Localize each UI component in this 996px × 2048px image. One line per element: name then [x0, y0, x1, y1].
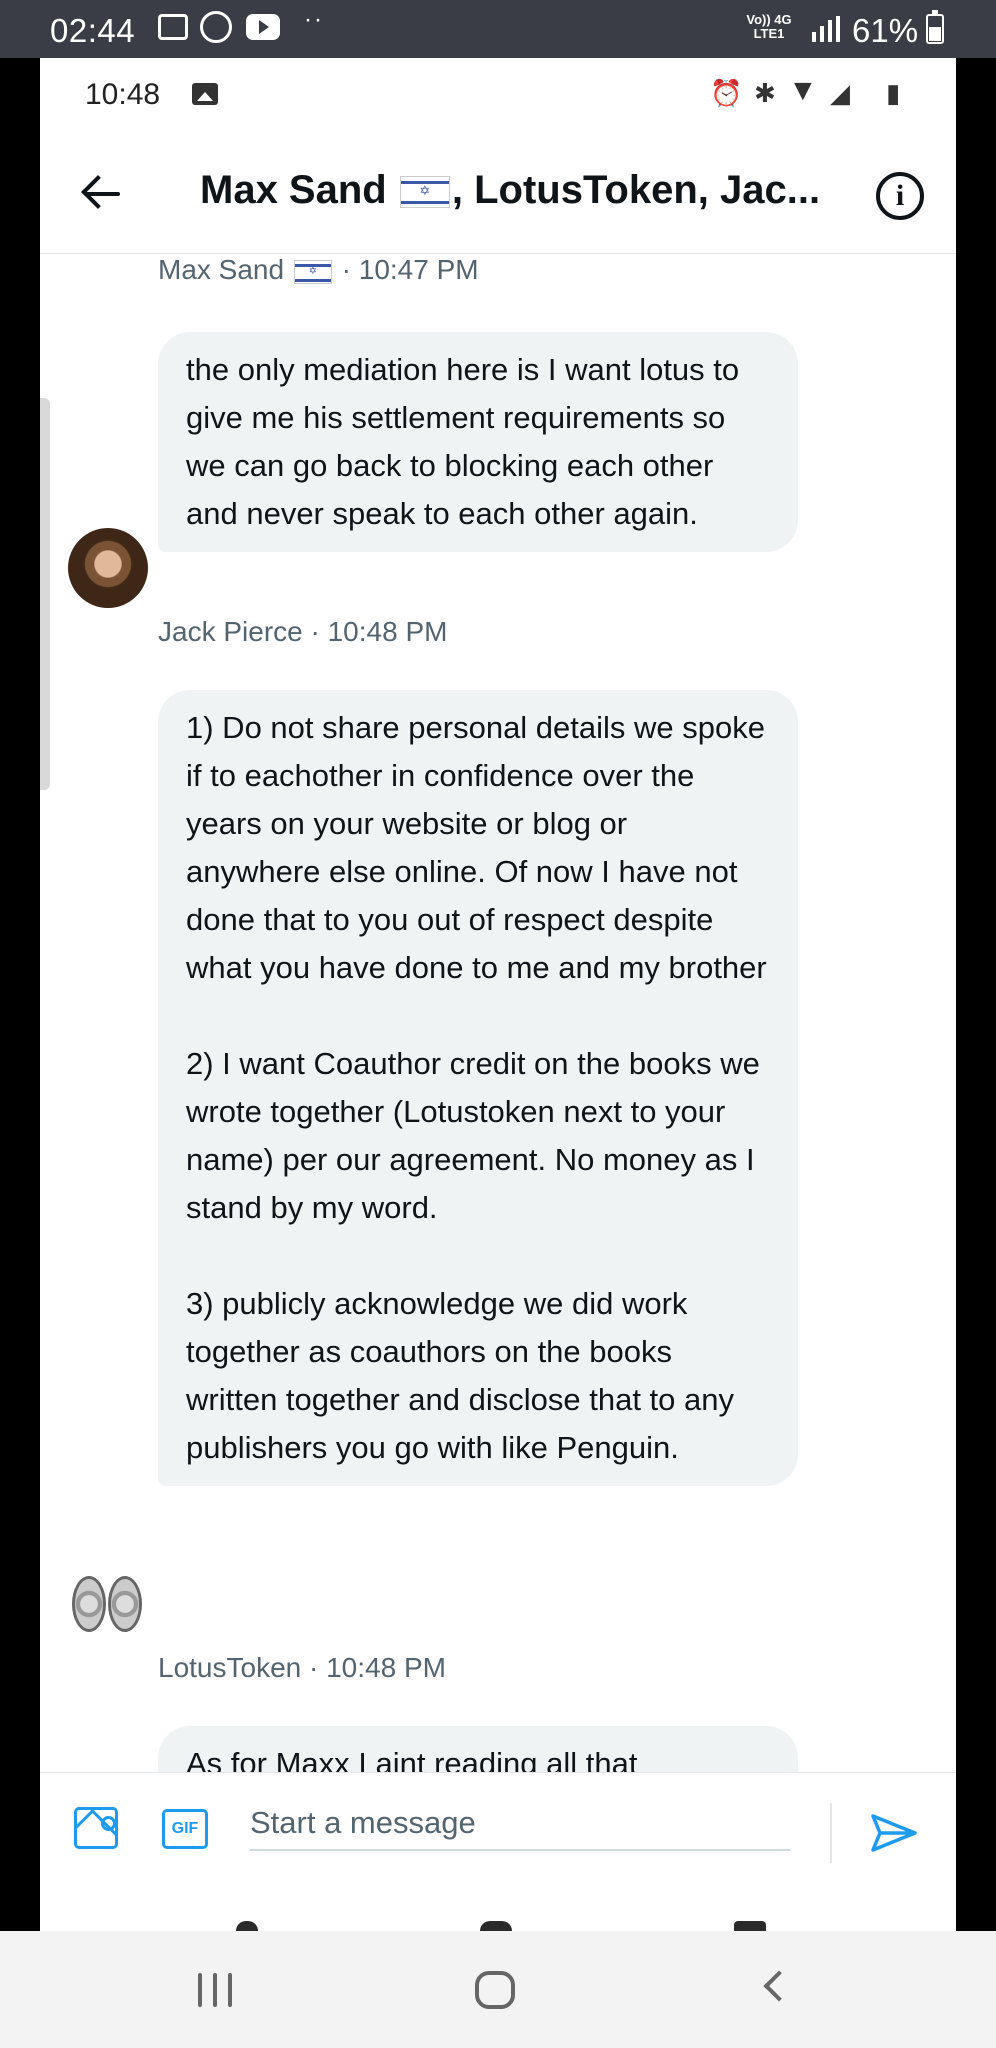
avatar[interactable] [68, 1564, 148, 1644]
inner-nav-peek [40, 1892, 956, 1931]
avatar[interactable] [68, 528, 148, 608]
conversation-title[interactable]: Max Sand , LotusToken, Jac... [200, 168, 820, 213]
gallery-icon [192, 83, 218, 105]
coin-image [108, 1576, 142, 1632]
app-screen: 10:48 ⏰ ✱ ▼ ◢ ▮ Max Sand , LotusToken, J… [40, 58, 956, 1931]
home-icon[interactable] [475, 1971, 515, 2009]
image-icon[interactable] [74, 1807, 118, 1849]
inner-home-icon [480, 1921, 512, 1931]
battery-icon [926, 10, 944, 44]
message-composer: GIF [40, 1772, 956, 1892]
message-meta: Jack Pierce · 10:48 PM [158, 616, 448, 647]
message-time: · 10:47 PM [333, 254, 479, 285]
composer-divider [830, 1803, 832, 1863]
message-input[interactable] [250, 1789, 790, 1851]
coin-image [72, 1576, 106, 1632]
inner-recents-icon [734, 1921, 766, 1931]
device-status-bar: 02:44 ·· Vo)) 4G LTE1 61% [0, 0, 996, 58]
app-clock: 10:48 [85, 78, 161, 111]
participant-name: Max Sand [200, 168, 387, 212]
gif-icon[interactable]: GIF [162, 1809, 208, 1849]
gallery-notification-icon [158, 14, 188, 40]
whatsapp-notification-icon [200, 11, 232, 43]
bluetooth-icon: ✱ [754, 78, 776, 108]
wifi-icon: ▼ [788, 74, 818, 107]
more-notifications-icon: ·· [304, 6, 324, 33]
israel-flag-icon [293, 259, 332, 284]
youtube-notification-icon [246, 14, 280, 40]
network-indicator: Vo)) 4G LTE1 [746, 12, 792, 41]
signal-icon: ◢ [830, 78, 850, 108]
back-icon[interactable] [763, 1970, 795, 2002]
message-meta: LotusToken · 10:48 PM [158, 1652, 446, 1683]
back-arrow-icon[interactable] [80, 172, 124, 216]
message-bubble[interactable]: 1) Do not share personal details we spok… [158, 690, 798, 1486]
device-clock: 02:44 [50, 12, 136, 49]
battery-icon: ▮ [886, 78, 901, 108]
recents-icon[interactable] [198, 1973, 236, 2007]
scrollbar[interactable] [40, 398, 50, 790]
participant-names-rest: , LotusToken, Jac... [451, 168, 821, 212]
device-nav-bar [0, 1931, 996, 2048]
message-bubble[interactable]: the only mediation here is I want lotus … [158, 332, 798, 552]
message-meta: Max Sand · 10:47 PM [158, 254, 479, 286]
info-icon[interactable]: i [876, 172, 924, 220]
conversation-header: Max Sand , LotusToken, Jac... i [40, 134, 956, 254]
inner-back-icon [236, 1921, 258, 1931]
app-status-bar: 10:48 ⏰ ✱ ▼ ◢ ▮ [40, 58, 956, 134]
sender-name: Max Sand [158, 254, 285, 285]
alarm-icon: ⏰ [710, 78, 743, 108]
send-icon[interactable] [870, 1813, 918, 1853]
signal-icon [812, 16, 842, 42]
israel-flag-icon [399, 176, 450, 209]
battery-percentage: 61% [852, 12, 919, 49]
